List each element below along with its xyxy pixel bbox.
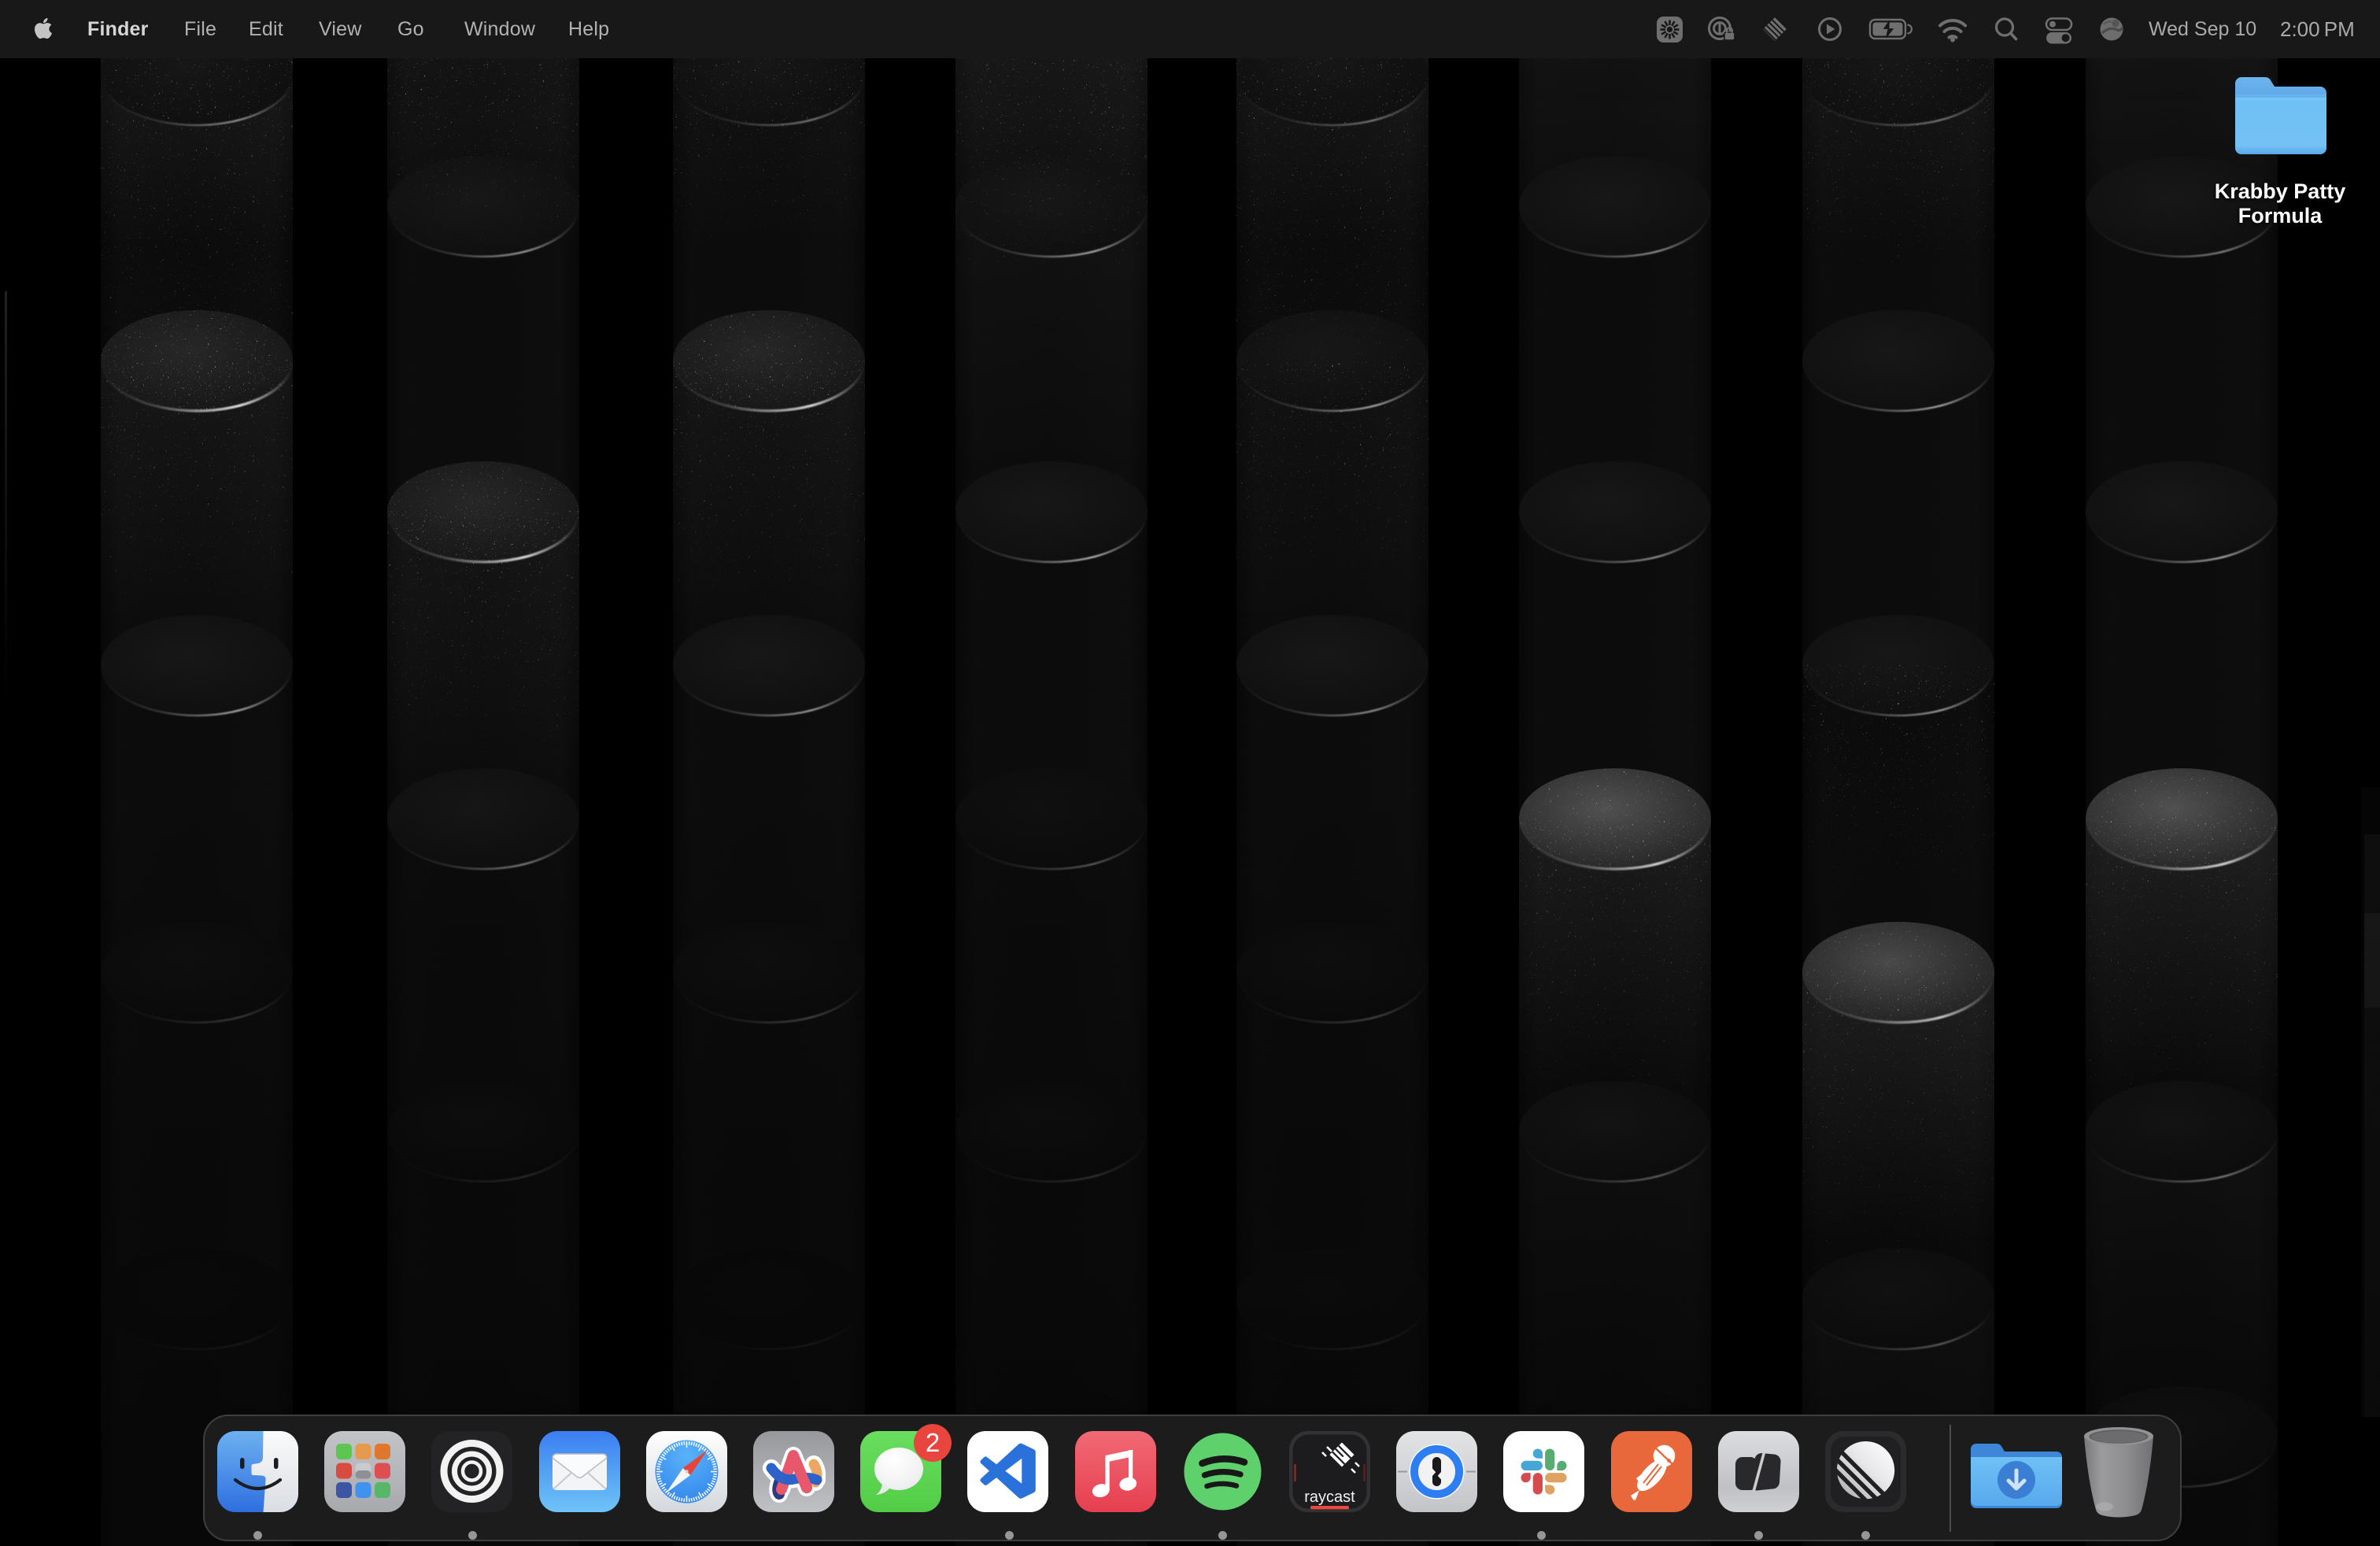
svg-text:raycast: raycast (1304, 1489, 1355, 1506)
